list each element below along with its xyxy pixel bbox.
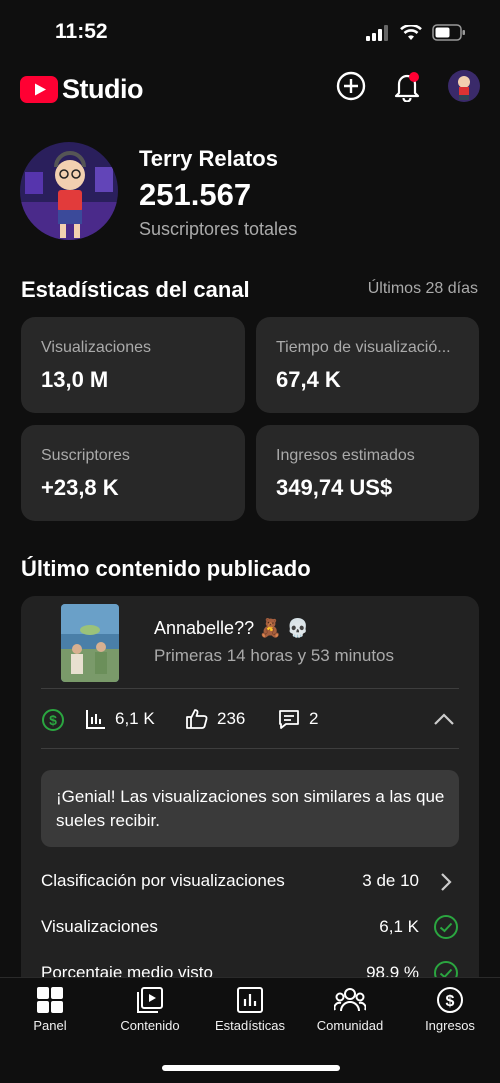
account-avatar[interactable] xyxy=(448,70,480,102)
analytics-icon xyxy=(237,987,263,1013)
stat-value: 13,0 M xyxy=(41,367,109,392)
nav-item-content[interactable]: Contenido xyxy=(100,986,200,1033)
svg-text:$: $ xyxy=(49,712,57,728)
wifi-icon xyxy=(400,24,422,40)
nav-label: Comunidad xyxy=(316,1018,384,1033)
stat-card-subscribers[interactable]: Suscriptores +23,8 K xyxy=(21,425,245,521)
stat-value: 67,4 K xyxy=(276,367,341,392)
views-value: 6,1 K xyxy=(115,709,155,728)
comments-value: 2 xyxy=(309,709,319,728)
nav-label: Estadísticas xyxy=(214,1018,286,1033)
ranking-row[interactable]: Clasificación por visualizaciones 3 de 1… xyxy=(41,866,459,896)
video-title[interactable]: Annabelle?? 🧸 💀 xyxy=(154,618,309,639)
nav-item-analytics[interactable]: Estadísticas xyxy=(200,986,300,1033)
row-value: 6,1 K xyxy=(379,917,419,936)
app-header: Studio xyxy=(20,70,480,106)
monetization-icon: $ xyxy=(42,709,64,731)
latest-content-card: Annabelle?? 🧸 💀 Primeras 14 horas y 53 m… xyxy=(21,596,479,1016)
subscriber-count: 251.567 xyxy=(139,177,252,212)
nav-label: Ingresos xyxy=(425,1018,475,1033)
video-subtitle: Primeras 14 horas y 53 minutos xyxy=(154,646,394,665)
stat-label: Visualizaciones xyxy=(41,339,151,356)
video-metrics: $ 6,1 K 236 2 xyxy=(41,706,459,736)
likes-value: 236 xyxy=(217,709,246,728)
stat-value: 349,74 US$ xyxy=(276,475,393,500)
stat-card-watch-time[interactable]: Tiempo de visualizació... 67,4 K xyxy=(256,317,479,413)
likes-metric: 236 xyxy=(185,708,245,730)
nav-label: Contenido xyxy=(120,1018,180,1033)
battery-icon xyxy=(432,24,465,41)
row-label: Clasificación por visualizaciones xyxy=(41,871,285,890)
stats-range[interactable]: Últimos 28 días xyxy=(368,280,478,298)
create-icon[interactable] xyxy=(336,71,366,101)
nav-item-community[interactable]: Comunidad xyxy=(300,986,400,1033)
divider xyxy=(41,748,459,749)
divider xyxy=(41,688,459,689)
nav-item-earn[interactable]: $ Ingresos xyxy=(400,986,500,1033)
latest-content-title: Último contenido publicado xyxy=(21,556,311,581)
youtube-logo-icon xyxy=(20,76,58,103)
notice-text: ¡Genial! Las visualizaciones son similar… xyxy=(56,787,445,830)
content-icon xyxy=(137,987,163,1013)
row-value: 3 de 10 xyxy=(362,871,419,890)
views-metric: 6,1 K xyxy=(85,708,155,730)
stat-card-revenue[interactable]: Ingresos estimados 349,74 US$ xyxy=(256,425,479,521)
stat-label: Ingresos estimados xyxy=(276,447,415,464)
svg-text:$: $ xyxy=(446,993,455,1010)
dashboard-icon xyxy=(37,987,63,1013)
earn-icon: $ xyxy=(437,987,463,1013)
notifications-icon[interactable] xyxy=(392,70,422,102)
views-row: Visualizaciones 6,1 K xyxy=(41,912,459,942)
channel-avatar xyxy=(20,142,118,240)
home-indicator xyxy=(162,1065,340,1071)
channel-stats-title: Estadísticas del canal xyxy=(21,277,250,302)
stat-label: Suscriptores xyxy=(41,447,130,464)
studio-logo-text: Studio xyxy=(62,74,143,104)
nav-item-panel[interactable]: Panel xyxy=(0,986,100,1033)
nav-label: Panel xyxy=(33,1018,67,1033)
stat-value: +23,8 K xyxy=(41,475,119,500)
performance-notice: ¡Genial! Las visualizaciones son similar… xyxy=(41,770,459,847)
stat-label: Tiempo de visualizació... xyxy=(276,339,451,356)
channel-name: Terry Relatos xyxy=(139,146,278,171)
thumb-up-icon xyxy=(186,709,208,729)
subscriber-count-label: Suscriptores totales xyxy=(139,219,298,239)
chevron-up-icon[interactable] xyxy=(433,712,455,726)
comment-icon xyxy=(279,710,299,729)
signal-icon xyxy=(366,24,388,41)
comments-metric: 2 xyxy=(277,708,318,730)
status-icons xyxy=(366,24,466,41)
video-thumbnail[interactable] xyxy=(61,604,119,682)
row-label: Visualizaciones xyxy=(41,917,158,936)
monetization-metric: $ xyxy=(41,708,65,732)
chevron-right-icon xyxy=(441,873,452,891)
bar-chart-icon xyxy=(86,710,105,729)
status-time: 11:52 xyxy=(55,20,108,43)
check-circle-icon xyxy=(434,915,458,939)
community-icon xyxy=(334,988,366,1012)
stat-card-views[interactable]: Visualizaciones 13,0 M xyxy=(21,317,245,413)
